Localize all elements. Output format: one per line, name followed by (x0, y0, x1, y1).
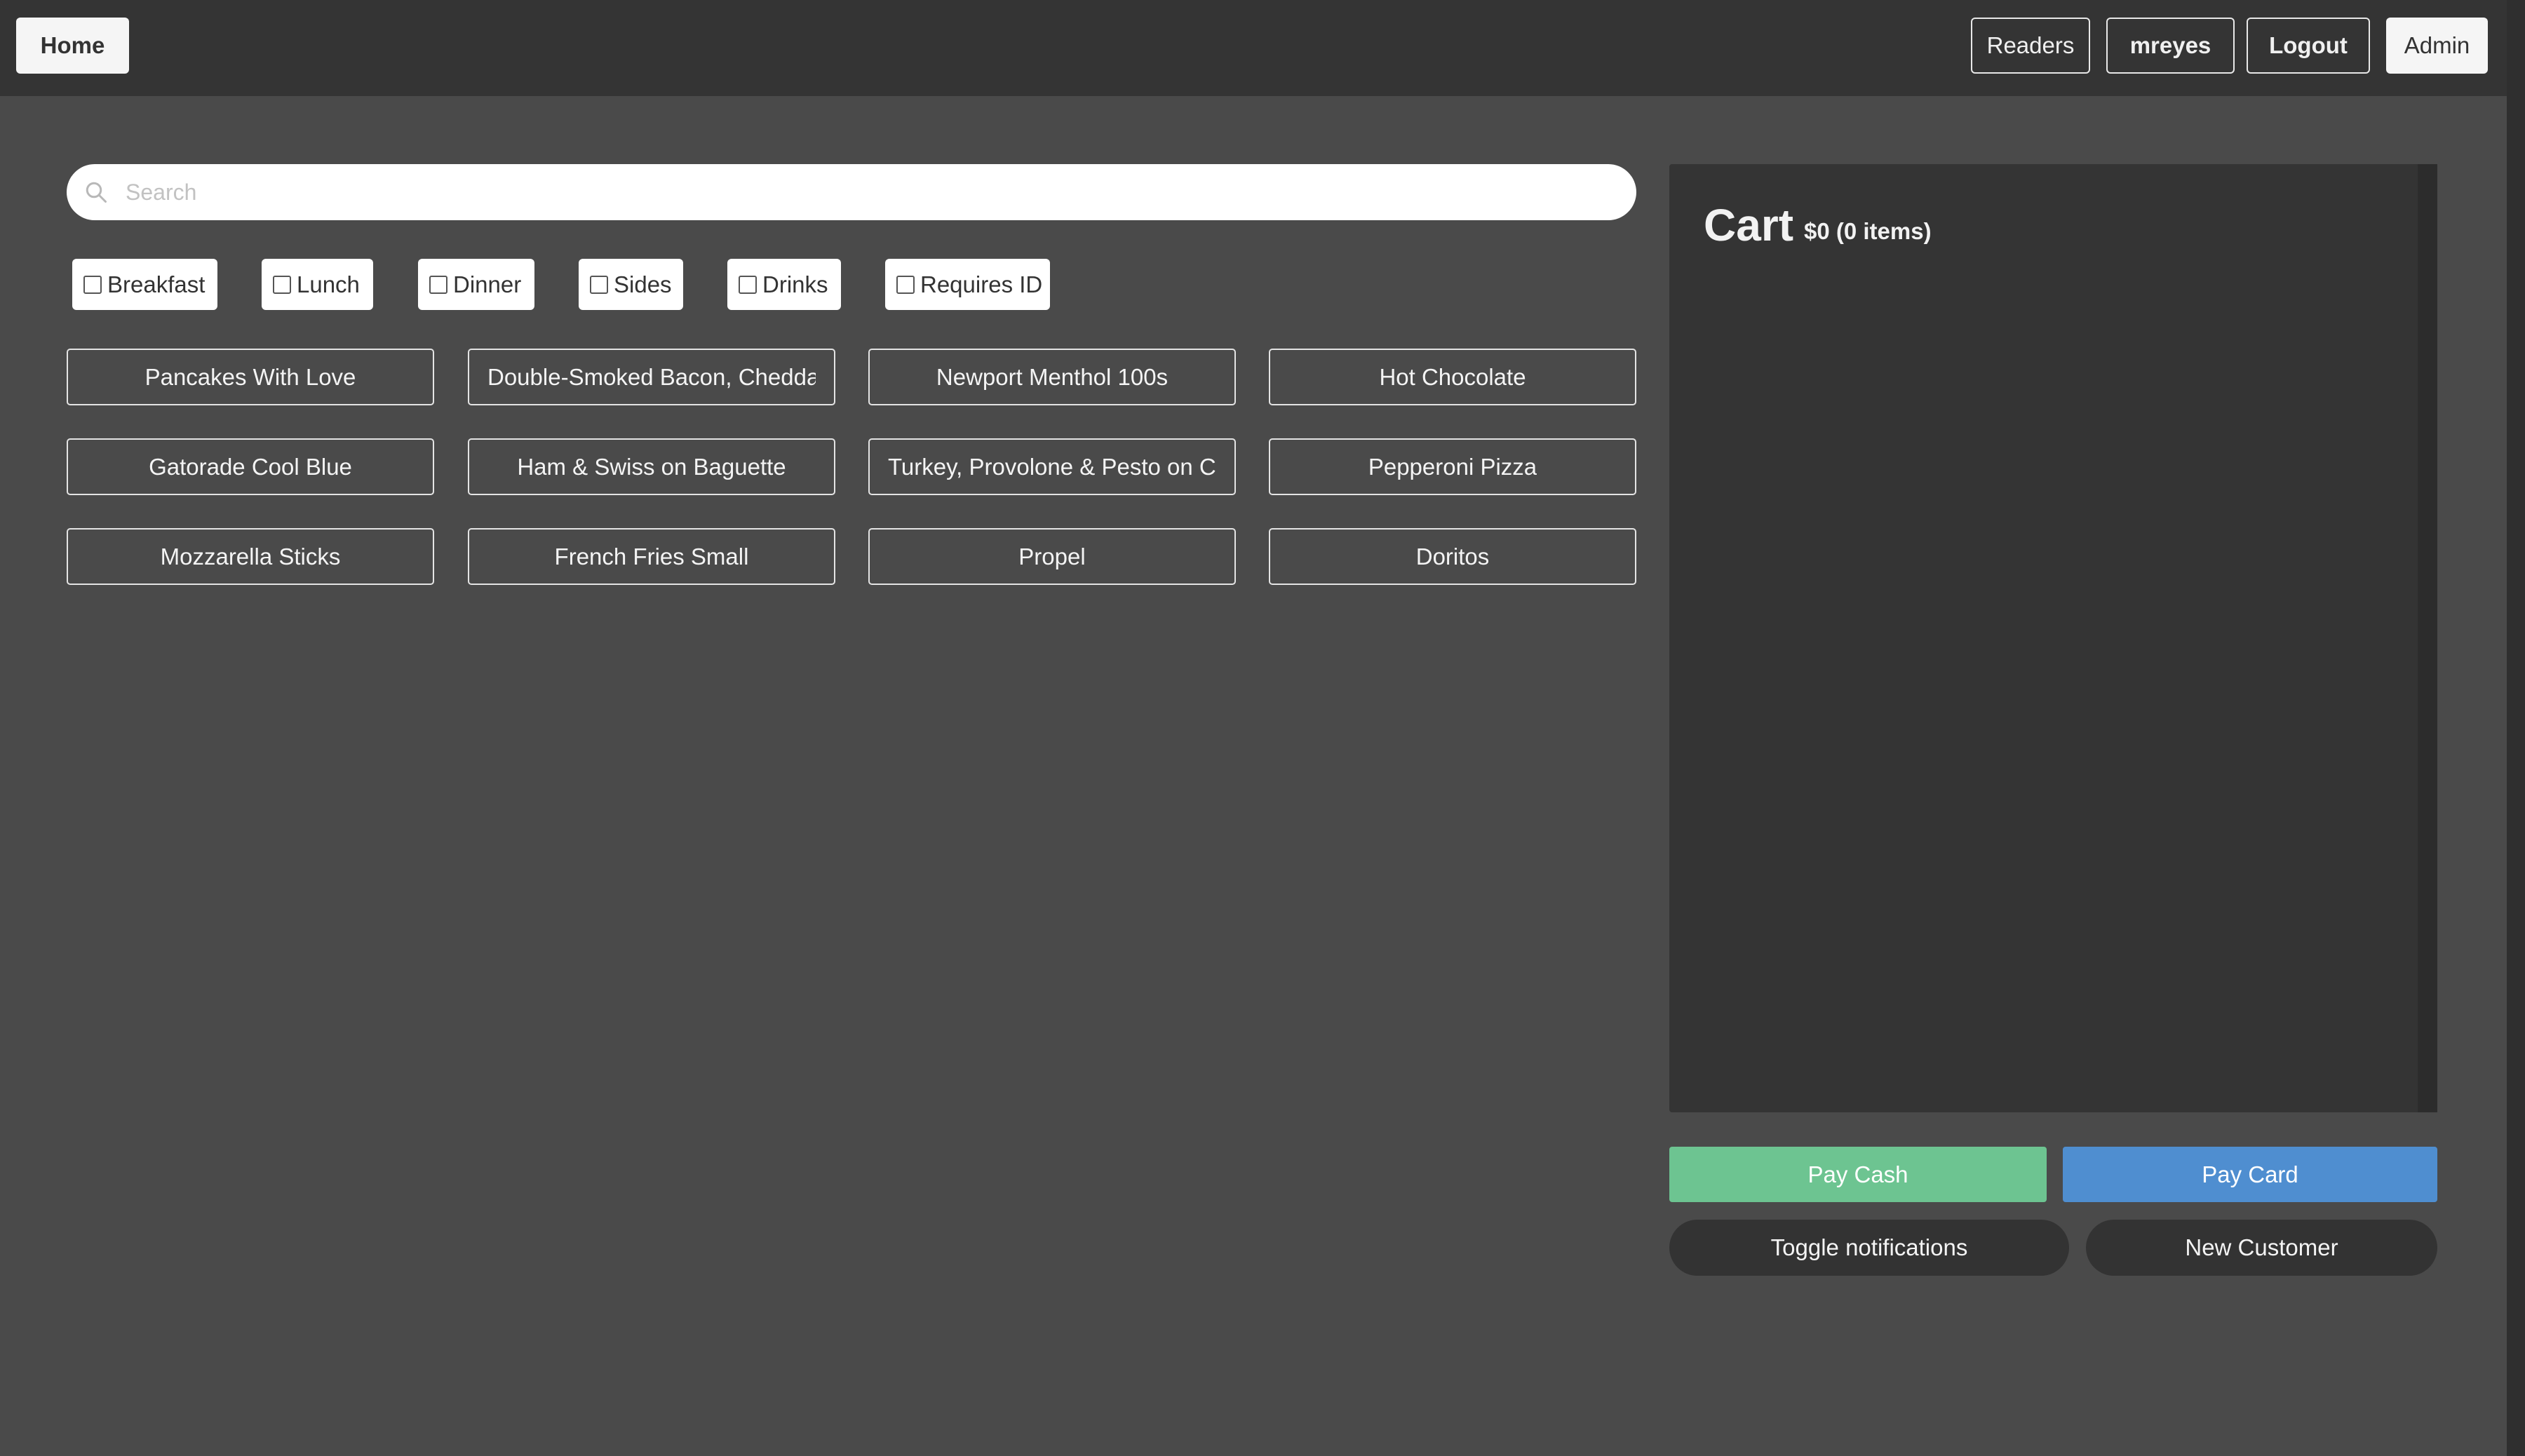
menu-item-label: Mozzarella Sticks (160, 543, 341, 569)
filter-label: Breakfast (107, 271, 206, 297)
menu-item-label: Turkey, Provolone & Pesto on C (888, 453, 1216, 480)
page-scrollbar[interactable] (2507, 0, 2525, 1456)
pay-cash-button[interactable]: Pay Cash (1669, 1147, 2047, 1202)
menu-item-label: Gatorade Cool Blue (149, 453, 352, 480)
menu-item-button[interactable]: Propel (868, 528, 1236, 585)
filter-label: Requires ID (920, 271, 1043, 297)
filter-requires-id[interactable]: Requires ID (885, 259, 1050, 310)
filter-drinks[interactable]: Drinks (727, 259, 841, 310)
menu-item-button[interactable]: Mozzarella Sticks (67, 528, 434, 585)
readers-button[interactable]: Readers (1971, 18, 2090, 74)
menu-item-button[interactable]: Turkey, Provolone & Pesto on C (868, 438, 1236, 495)
menu-item-label: Pepperoni Pizza (1368, 453, 1537, 480)
dinner-checkbox[interactable] (429, 275, 447, 294)
requires-id-checkbox[interactable] (896, 275, 915, 294)
filter-label: Drinks (762, 271, 828, 297)
sides-checkbox[interactable] (590, 275, 608, 294)
cart-title: Cart (1704, 200, 1794, 250)
filter-sides[interactable]: Sides (579, 259, 683, 310)
breakfast-checkbox[interactable] (83, 275, 102, 294)
lunch-checkbox[interactable] (273, 275, 291, 294)
menu-item-button[interactable]: Newport Menthol 100s (868, 349, 1236, 405)
filter-breakfast[interactable]: Breakfast (72, 259, 217, 310)
menu-item-label: French Fries Small (554, 543, 749, 569)
menu-item-label: Doritos (1415, 543, 1490, 569)
filter-lunch[interactable]: Lunch (262, 259, 373, 310)
menu-item-button[interactable]: Doritos (1269, 528, 1636, 585)
filter-label: Sides (614, 271, 672, 297)
drinks-checkbox[interactable] (739, 275, 757, 294)
menu-item-button[interactable]: Double-Smoked Bacon, Cheddar (468, 349, 835, 405)
filter-label: Lunch (297, 271, 360, 297)
menu-item-button[interactable]: Pancakes With Love (67, 349, 434, 405)
cart-scrollbar[interactable] (2418, 164, 2437, 1112)
menu-item-label: Double-Smoked Bacon, Cheddar (487, 363, 816, 390)
menu-item-button[interactable]: Hot Chocolate (1269, 349, 1636, 405)
menu-item-label: Propel (1018, 543, 1086, 569)
menu-item-button[interactable]: Ham & Swiss on Baguette (468, 438, 835, 495)
menu-item-label: Newport Menthol 100s (936, 363, 1169, 390)
menu-item-button[interactable]: French Fries Small (468, 528, 835, 585)
filter-dinner[interactable]: Dinner (418, 259, 534, 310)
cart-panel: Cart $0 (0 items) (1669, 164, 2437, 1112)
user-button[interactable]: mreyes (2106, 18, 2235, 74)
toggle-notifications-button[interactable]: Toggle notifications (1669, 1220, 2069, 1276)
cart-summary: $0 (0 items) (1804, 218, 1932, 244)
search-icon (86, 182, 107, 203)
home-button[interactable]: Home (16, 18, 129, 74)
filter-label: Dinner (453, 271, 522, 297)
search-input[interactable] (124, 164, 1611, 220)
menu-item-button[interactable]: Gatorade Cool Blue (67, 438, 434, 495)
menu-item-label: Ham & Swiss on Baguette (517, 453, 786, 480)
admin-button[interactable]: Admin (2386, 18, 2488, 74)
top-nav-bar: Home Readers mreyes Logout Admin (0, 0, 2507, 96)
logout-button[interactable]: Logout (2247, 18, 2370, 74)
new-customer-button[interactable]: New Customer (2086, 1220, 2437, 1276)
menu-item-button[interactable]: Pepperoni Pizza (1269, 438, 1636, 495)
search-bar (67, 164, 1636, 220)
pay-card-button[interactable]: Pay Card (2063, 1147, 2437, 1202)
menu-item-label: Pancakes With Love (144, 363, 356, 390)
menu-item-label: Hot Chocolate (1379, 363, 1526, 390)
